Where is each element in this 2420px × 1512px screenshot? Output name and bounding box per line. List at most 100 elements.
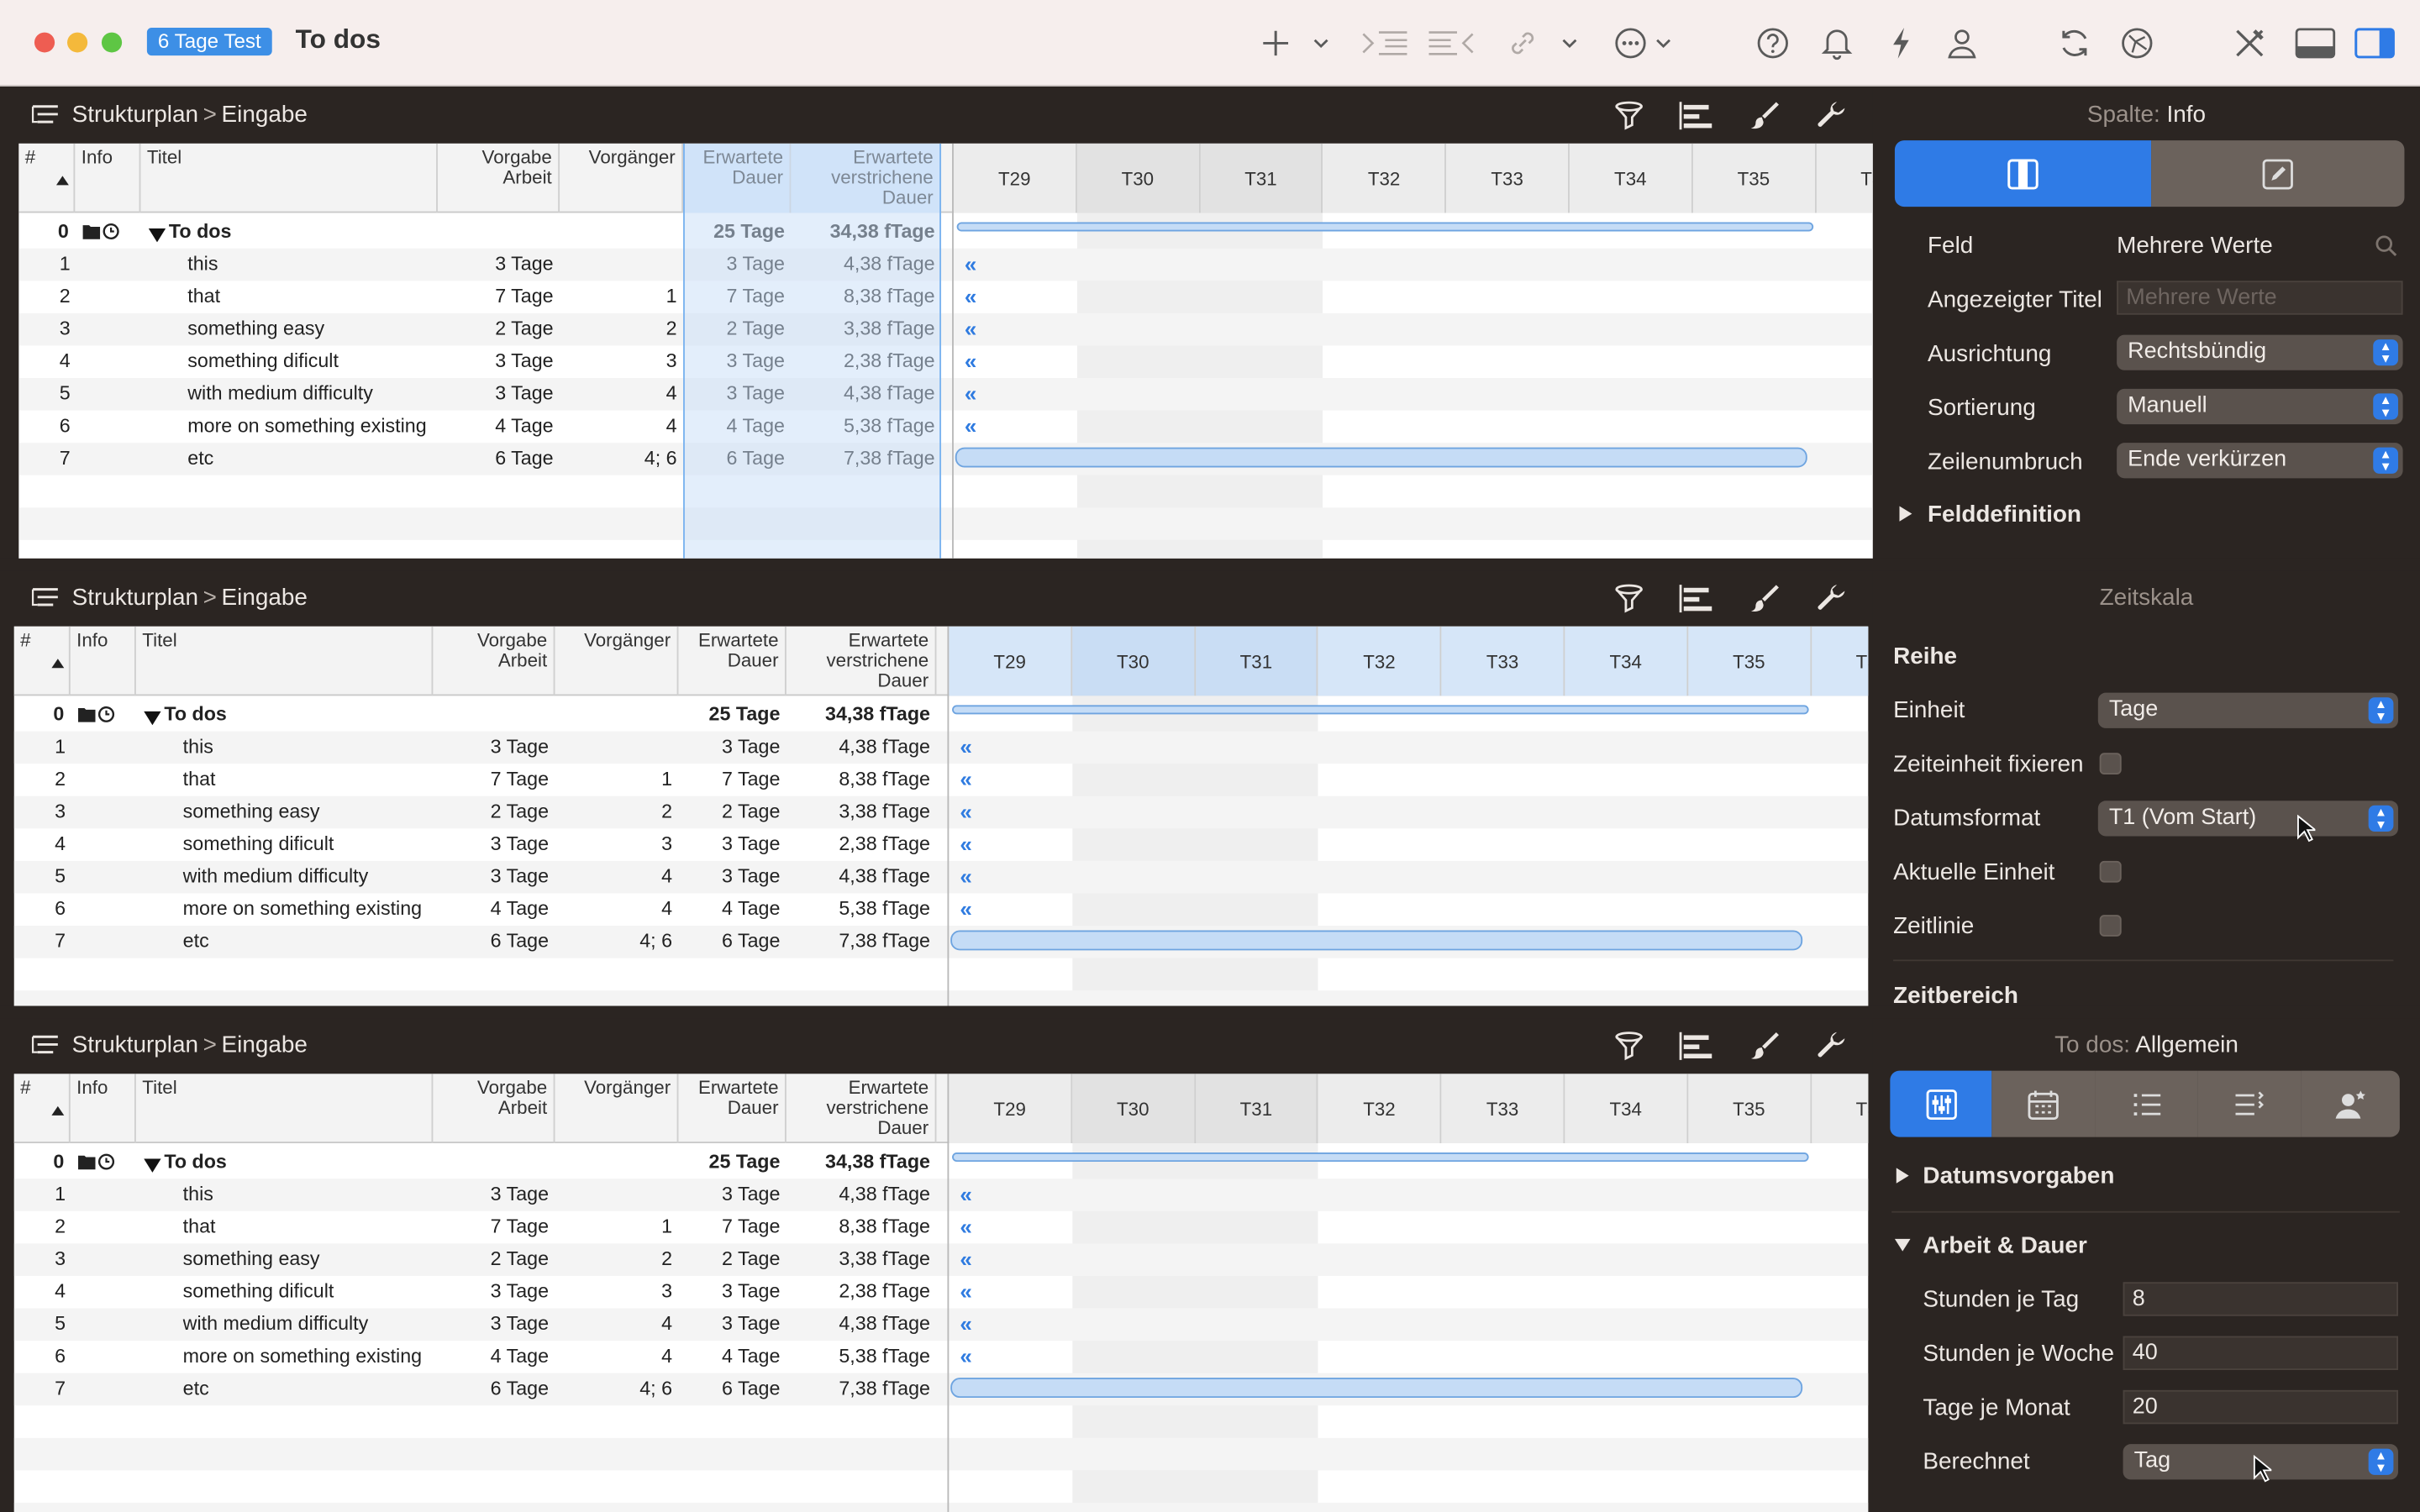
table-row[interactable]: 0To dos25 Tage34,38 fTage <box>18 216 1873 249</box>
table-row[interactable]: 2that7 Tage17 Tage8,38 fTage« <box>18 281 1873 313</box>
table-row[interactable]: 5 with medium difficulty 3 Tage 4 3 Tage 4,38… <box>13 860 1869 894</box>
gantt-style-icon[interactable] <box>1677 580 1715 617</box>
table-row[interactable]: 7etc6 Tage4; 66 Tage7,38 fTage <box>18 443 1873 475</box>
task-bar[interactable] <box>955 447 1807 468</box>
close-window-button[interactable] <box>34 32 55 53</box>
felddefinition-section[interactable]: Felddefinition <box>1928 501 2081 528</box>
timeline-header-t30[interactable]: T30 <box>1076 143 1201 213</box>
summary-bar[interactable] <box>956 222 1814 232</box>
table-row[interactable] <box>13 1502 1869 1512</box>
more-icon[interactable] <box>1612 22 1649 65</box>
timeline-header-t35[interactable]: T35 <box>1692 143 1817 213</box>
wrench-icon[interactable] <box>1813 580 1851 617</box>
off-screen-arrow-icon[interactable]: « <box>960 1243 971 1276</box>
outdent-icon[interactable] <box>1426 22 1476 65</box>
off-screen-arrow-icon[interactable]: « <box>960 861 971 894</box>
col-title-header[interactable]: Titel <box>136 1074 434 1143</box>
table-row[interactable]: 1this3 Tage3 Tage4,38 fTage« <box>13 1179 1869 1211</box>
timeline-header-t35[interactable]: T35 <box>1687 626 1812 696</box>
breadcrumb-root[interactable]: Strukturplan <box>72 585 198 611</box>
disclosure-down-icon[interactable] <box>1893 1237 1912 1252</box>
zeiteinheit-fixieren-checkbox[interactable] <box>2099 753 2122 775</box>
timeline-header-t30[interactable]: T30 <box>1071 626 1196 696</box>
trial-badge[interactable]: 6 Tage Test <box>146 28 272 56</box>
bottom-panel-icon[interactable] <box>2293 22 2337 65</box>
table-row[interactable]: 1this3 Tage3 Tage4,38 fTage« <box>18 248 1873 281</box>
table-row[interactable] <box>14 1470 1869 1503</box>
gantt-divider[interactable] <box>947 626 950 1006</box>
col-expected-elapsed-header[interactable]: ErwarteteverstricheneDauer <box>786 626 937 696</box>
task-bar[interactable] <box>950 1378 1803 1399</box>
col-title-header[interactable]: Titel <box>136 626 434 696</box>
timeline-header-t32[interactable]: T32 <box>1318 626 1442 696</box>
task-table[interactable]: #InfoTitelVorgabeArbeitVorgängerErwartet… <box>13 1074 1869 1512</box>
sidebar-panel-icon[interactable] <box>2353 22 2396 65</box>
summary-bar[interactable] <box>952 1152 1809 1163</box>
col-info-header[interactable]: Info <box>71 626 136 696</box>
edit-segment[interactable] <box>2151 140 2405 207</box>
wrench-icon[interactable] <box>1813 1027 1851 1064</box>
timeline-header-t31[interactable]: T31 <box>1195 626 1319 696</box>
off-screen-arrow-icon[interactable]: « <box>960 1211 971 1244</box>
disclosure-right-icon[interactable] <box>1898 505 1914 523</box>
datumsvorgaben-section[interactable]: Datumsvorgaben <box>1923 1163 2114 1189</box>
off-screen-arrow-icon[interactable]: « <box>960 732 971 764</box>
aktuelle-einheit-checkbox[interactable] <box>2099 860 2122 883</box>
general-tab[interactable] <box>1890 1070 1992 1137</box>
breadcrumb-current[interactable]: Eingabe <box>222 585 308 611</box>
off-screen-arrow-icon[interactable]: « <box>960 1309 971 1341</box>
breadcrumb-current[interactable]: Eingabe <box>222 102 308 128</box>
brush-icon[interactable] <box>1746 97 1784 134</box>
brush-icon[interactable] <box>1746 580 1784 617</box>
filter-icon[interactable] <box>1610 580 1648 617</box>
off-screen-arrow-icon[interactable]: « <box>960 893 971 926</box>
gantt-divider[interactable] <box>947 1074 950 1512</box>
link-icon[interactable] <box>1506 22 1540 65</box>
col-work-header[interactable]: Vorgabe Arbeit <box>438 143 560 213</box>
off-screen-arrow-icon[interactable]: « <box>965 313 976 346</box>
disclosure-down-icon[interactable] <box>148 225 166 247</box>
col-title-header[interactable]: Titel <box>140 143 438 213</box>
sort-ascending-icon[interactable] <box>50 1101 66 1121</box>
zeilenumbruch-select[interactable]: Ende verkürzen ▲ ▼ <box>2117 443 2403 479</box>
table-row[interactable] <box>14 958 1869 991</box>
off-screen-arrow-icon[interactable]: « <box>965 345 976 378</box>
tage-je-monat-field[interactable]: 20 <box>2123 1389 2399 1425</box>
stunden-je-woche-field[interactable]: 40 <box>2123 1336 2399 1370</box>
chevron-down-icon[interactable] <box>1310 22 1332 65</box>
timeline-header-t35[interactable]: T35 <box>1687 1074 1812 1143</box>
timeline-header-t34[interactable]: T34 <box>1569 143 1693 213</box>
off-screen-arrow-icon[interactable]: « <box>965 281 976 313</box>
table-row[interactable]: 4something dificult3 Tage33 Tage2,38 fTa… <box>18 345 1873 378</box>
breadcrumb-current[interactable]: Eingabe <box>222 1032 308 1058</box>
col-expected-elapsed-header[interactable]: ErwarteteverstricheneDauer <box>786 1074 937 1143</box>
disclosure-right-icon[interactable] <box>1895 1167 1911 1185</box>
table-row[interactable]: 3something easy2 Tage22 Tage3,38 fTage« <box>13 1243 1869 1276</box>
minimize-window-button[interactable] <box>67 32 88 53</box>
angezeigter-titel-field[interactable]: Mehrere Werte <box>2117 281 2403 315</box>
breadcrumb[interactable]: Strukturplan > Eingabe <box>72 1032 308 1058</box>
summary-bar[interactable] <box>952 705 1809 715</box>
sort-ascending-icon[interactable] <box>50 654 66 675</box>
table-row[interactable] <box>13 1437 1869 1471</box>
gantt-divider[interactable] <box>952 143 954 559</box>
task-table[interactable]: #InfoTitelVorgabeArbeitVorgängerErwartet… <box>18 143 1873 559</box>
timeline-header-t33[interactable]: T33 <box>1441 626 1565 696</box>
col-info-header[interactable]: Info <box>75 143 141 213</box>
table-row[interactable]: 6more on something existing4 Tage44 Tage… <box>18 411 1873 444</box>
table-row[interactable]: 3something easy2 Tage22 Tage3,38 fTage« <box>18 312 1873 346</box>
table-row[interactable] <box>18 507 1873 540</box>
arbeit-dauer-section[interactable]: Arbeit & Dauer <box>1923 1233 2086 1259</box>
timeline-header-t29[interactable]: T29 <box>953 143 1077 213</box>
outline-icon[interactable] <box>31 586 59 611</box>
einheit-select[interactable]: Tage ▲ ▼ <box>2097 692 2399 728</box>
timeline-header-t36[interactable]: T36 <box>1816 143 1873 213</box>
off-screen-arrow-icon[interactable]: « <box>965 249 976 281</box>
col-number-header[interactable]: # <box>14 626 71 696</box>
off-screen-arrow-icon[interactable]: « <box>960 828 971 861</box>
table-row[interactable]: 4something dificult3 Tage33 Tage2,38 fTa… <box>14 1276 1869 1309</box>
timeline-header-t29[interactable]: T29 <box>949 1074 1072 1143</box>
bell-icon[interactable] <box>1818 22 1856 65</box>
gantt-style-icon[interactable] <box>1677 97 1715 134</box>
timeline-header-t33[interactable]: T33 <box>1441 1074 1565 1143</box>
